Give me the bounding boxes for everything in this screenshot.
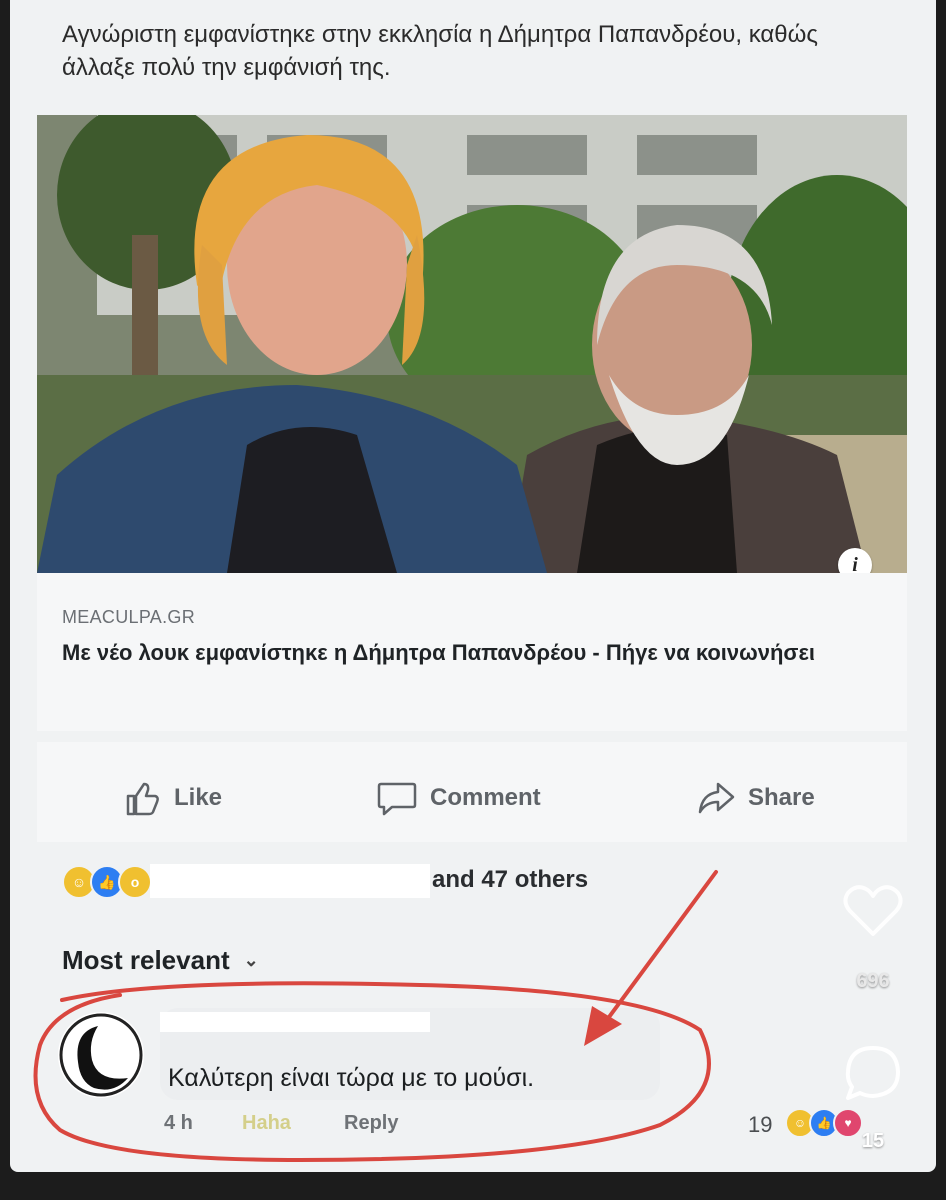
share-arrow-icon <box>698 782 735 814</box>
post-photo[interactable] <box>37 115 907 573</box>
likes-count: 696 <box>856 970 890 992</box>
thumbs-up-icon <box>126 782 159 816</box>
post-headline: Αγνώριστη εμφανίστηκε στην εκκλησία η Δή… <box>62 21 818 81</box>
reaction-others-text[interactable]: and 47 others <box>432 866 588 894</box>
share-label: Share <box>748 784 815 811</box>
comment-text: Καλύτερη είναι τώρα με το μούσι. <box>168 1064 535 1092</box>
link-title[interactable]: Με νέο λουκ εμφανίστηκε η Δήμητρα Παπανδ… <box>62 637 892 669</box>
wow-reaction-icon: o <box>118 865 152 899</box>
comment-button[interactable]: Comment <box>376 778 541 818</box>
sort-label: Most relevant <box>62 945 230 975</box>
reaction-summary[interactable]: ☺ 👍 o <box>62 862 152 902</box>
comment-label: Comment <box>430 784 541 811</box>
avatar[interactable] <box>58 1012 144 1098</box>
redacted-commenter-name <box>160 1012 430 1032</box>
avatar-image <box>59 1013 143 1097</box>
comment-reactions[interactable]: ☺ 👍 ♥ <box>785 1108 863 1138</box>
comment-sort-dropdown[interactable]: Most relevant ⌄ <box>62 945 259 976</box>
redacted-names <box>150 864 430 898</box>
comment-time[interactable]: 4 h <box>164 1112 193 1135</box>
comment-icon <box>377 782 417 816</box>
photo-illustration <box>37 115 907 573</box>
comments-count: 15 <box>861 1130 885 1152</box>
haha-reaction-link[interactable]: Haha <box>242 1112 291 1135</box>
link-domain: MEACULPA.GR <box>62 607 195 627</box>
like-button[interactable]: Like <box>122 778 222 818</box>
comment-bubble-icon[interactable] <box>842 1042 904 1104</box>
chevron-down-icon: ⌄ <box>243 950 259 970</box>
share-button[interactable]: Share <box>696 778 815 818</box>
heart-icon[interactable] <box>840 878 906 944</box>
comment-reaction-count[interactable]: 19 <box>748 1112 772 1138</box>
reply-link[interactable]: Reply <box>344 1112 398 1135</box>
like-label: Like <box>174 784 223 811</box>
